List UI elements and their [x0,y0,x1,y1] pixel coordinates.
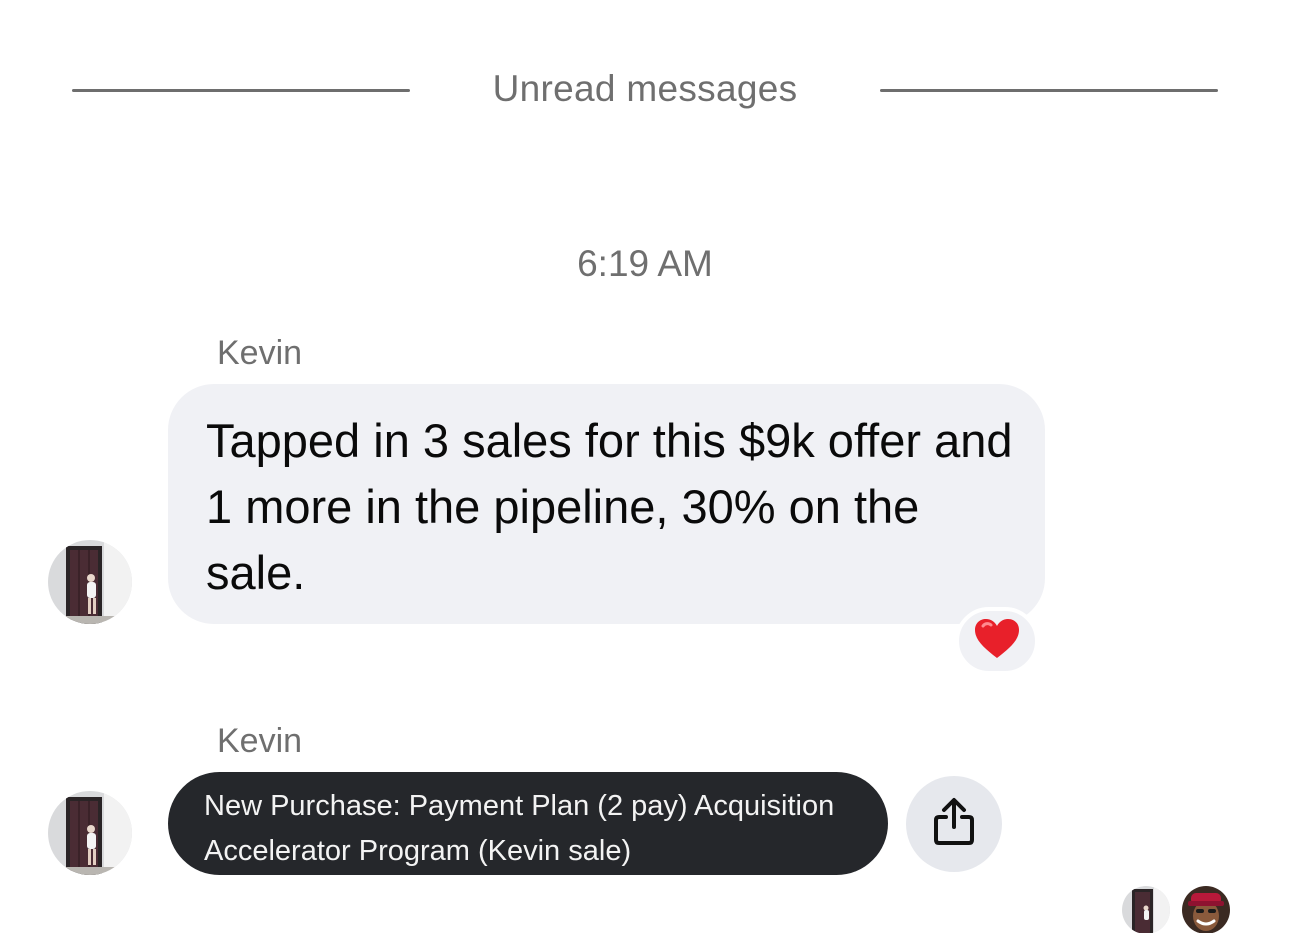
shared-post-text: New Purchase: Payment Plan (2 pay) Acqui… [204,790,835,867]
avatar[interactable] [48,540,132,624]
chat-thread: Unread messages 6:19 AM Kevin Tapped in … [0,0,1290,933]
message-text: Tapped in 3 sales for this $9k offer and… [206,414,1013,599]
unread-divider-line-right [880,89,1218,92]
message-timestamp: 6:19 AM [577,243,713,284]
heart-icon [974,618,1020,665]
unread-divider-label: Unread messages [492,68,798,109]
share-icon [932,797,976,852]
message-bubble[interactable]: Tapped in 3 sales for this $9k offer and… [168,384,1045,624]
shared-post-bubble[interactable]: New Purchase: Payment Plan (2 pay) Acqui… [168,772,888,875]
seen-by-avatar [1122,886,1170,933]
avatar[interactable] [48,791,132,875]
unread-divider-line-left [72,89,410,92]
sender-name: Kevin [217,722,303,760]
reaction-badge[interactable] [955,607,1039,675]
sender-name: Kevin [217,334,303,372]
share-button[interactable] [906,776,1002,872]
seen-by-avatar [1182,886,1230,933]
